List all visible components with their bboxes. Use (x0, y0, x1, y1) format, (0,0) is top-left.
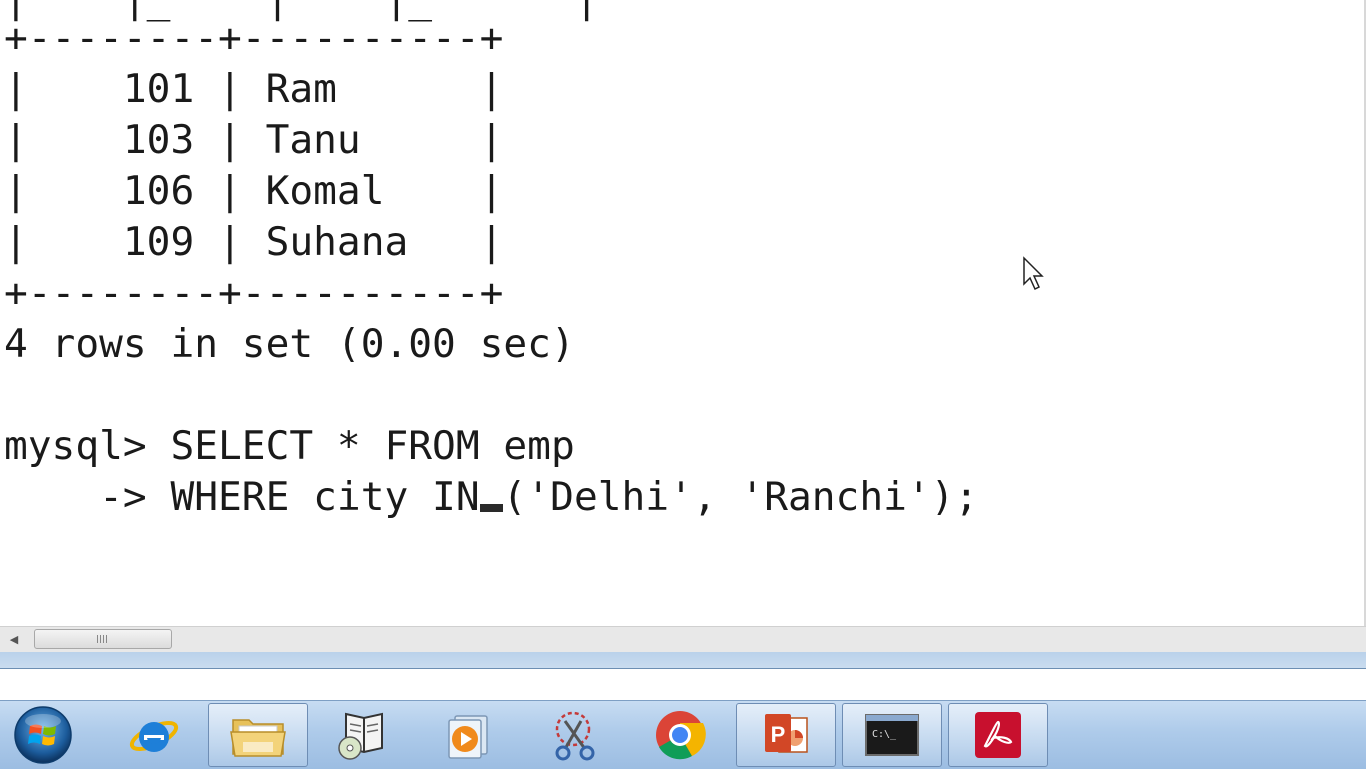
play-icon (448, 715, 488, 759)
taskbar-snipping-tool[interactable] (524, 703, 624, 767)
powerpoint-icon: P (765, 714, 808, 753)
taskbar-google-chrome[interactable] (630, 703, 730, 767)
cmd-icon-label: C:\_ (872, 729, 897, 740)
table-row: | 101 | Ram | (4, 66, 504, 112)
windows-logo-icon (14, 706, 72, 764)
svg-text:P: P (771, 722, 786, 747)
taskbar-internet-explorer[interactable] (104, 703, 204, 767)
continuation-text-rest: ('Delhi', 'Ranchi'); (502, 474, 979, 520)
scrollbar-thumb[interactable] (34, 629, 172, 649)
table-top-border: +--------+----------+ (4, 15, 504, 61)
chrome-icon (656, 711, 706, 760)
continuation-line[interactable]: -> WHERE city IN ('Delhi', 'Ranchi'); (4, 472, 978, 523)
book-cd-icon (338, 712, 383, 760)
taskbar-adobe-reader[interactable] (948, 703, 1048, 767)
table-row: | 109 | Suhana | (4, 219, 504, 265)
window-bottom-frame (0, 652, 1366, 669)
pdf-icon (975, 712, 1021, 758)
folder-icon (230, 719, 286, 757)
start-button[interactable] (12, 704, 78, 766)
internet-explorer-icon (129, 720, 179, 752)
taskbar: P C:\_ (0, 700, 1366, 769)
scroll-left-arrow-icon[interactable]: ◀ (6, 632, 22, 648)
mysql-prompt-line[interactable]: mysql> SELECT * FROM emp (4, 421, 575, 472)
result-summary: 4 rows in set (0.00 sec) (4, 321, 575, 367)
desktop-background (0, 669, 1366, 700)
taskbar-media-center[interactable] (314, 703, 414, 767)
taskbar-windows-explorer[interactable] (208, 703, 308, 767)
continuation-text: -> WHERE city IN (4, 474, 480, 520)
cmd-icon: C:\_ (865, 714, 919, 756)
taskbar-powerpoint[interactable]: P (736, 703, 836, 767)
horizontal-scrollbar[interactable]: ◀ (0, 626, 1366, 653)
table-row: | 106 | Komal | (4, 168, 504, 214)
scissors-icon (555, 711, 595, 761)
text-cursor (479, 504, 503, 512)
mouse-pointer-icon (1023, 256, 1044, 291)
table-row: | 103 | Tanu | (4, 117, 504, 163)
taskbar-command-prompt[interactable]: C:\_ (842, 703, 942, 767)
grip-icon (97, 635, 109, 643)
mysql-console-window[interactable]: | |_ | |_ | +--------+----------+ | 101 … (0, 0, 1366, 626)
table-bottom-border: +--------+----------+ (4, 270, 504, 316)
taskbar-media-player[interactable] (418, 703, 518, 767)
